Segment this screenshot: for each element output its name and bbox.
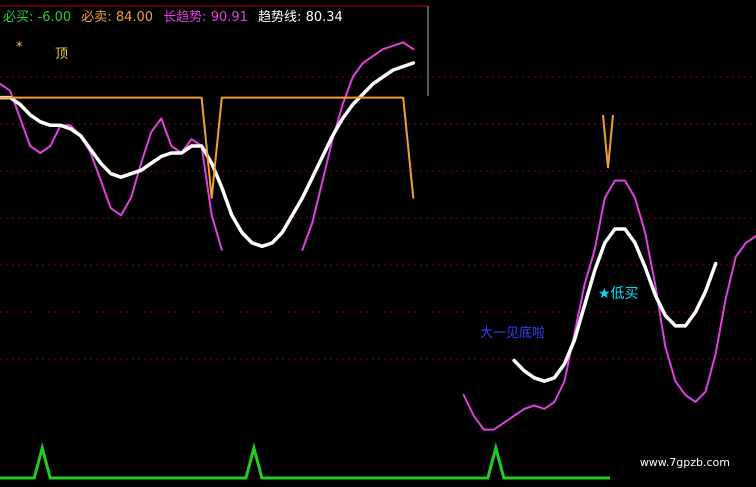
star-marker: * bbox=[16, 40, 23, 55]
legend-trendline-label: 趋势线: bbox=[258, 10, 306, 25]
right-signal-marker bbox=[602, 114, 614, 169]
blue-annotation: 大一见底啦 bbox=[480, 326, 546, 341]
legend-trendline: 趋势线: 80.34 bbox=[258, 10, 343, 25]
legend-buy: 必买: -6.00 bbox=[3, 10, 71, 25]
longtrend-series-line bbox=[0, 41, 756, 431]
legend-longtrend-label: 长趋势: bbox=[163, 10, 211, 25]
trendline-series-line bbox=[0, 61, 718, 383]
buy-signal-line bbox=[0, 442, 610, 480]
watermark: www.7gpzb.com bbox=[639, 456, 730, 469]
indicator-chart bbox=[0, 5, 756, 480]
legend-sell: 必卖: 84.00 bbox=[81, 10, 153, 25]
legend-buy-value: -6.00 bbox=[37, 10, 72, 25]
legend-longtrend-value: 90.91 bbox=[210, 10, 248, 25]
legend: 必买: -6.00 必卖: 84.00 长趋势: 90.91 趋势线: 80.3… bbox=[3, 6, 349, 25]
legend-trendline-value: 80.34 bbox=[305, 10, 343, 25]
legend-sell-label: 必卖: bbox=[81, 10, 116, 25]
legend-buy-label: 必买: bbox=[3, 10, 38, 25]
legend-longtrend: 长趋势: 90.91 bbox=[163, 10, 248, 25]
top-label: 顶 bbox=[55, 47, 69, 62]
low-buy-label: ★低买 bbox=[598, 286, 639, 302]
legend-sell-value: 84.00 bbox=[115, 10, 154, 25]
